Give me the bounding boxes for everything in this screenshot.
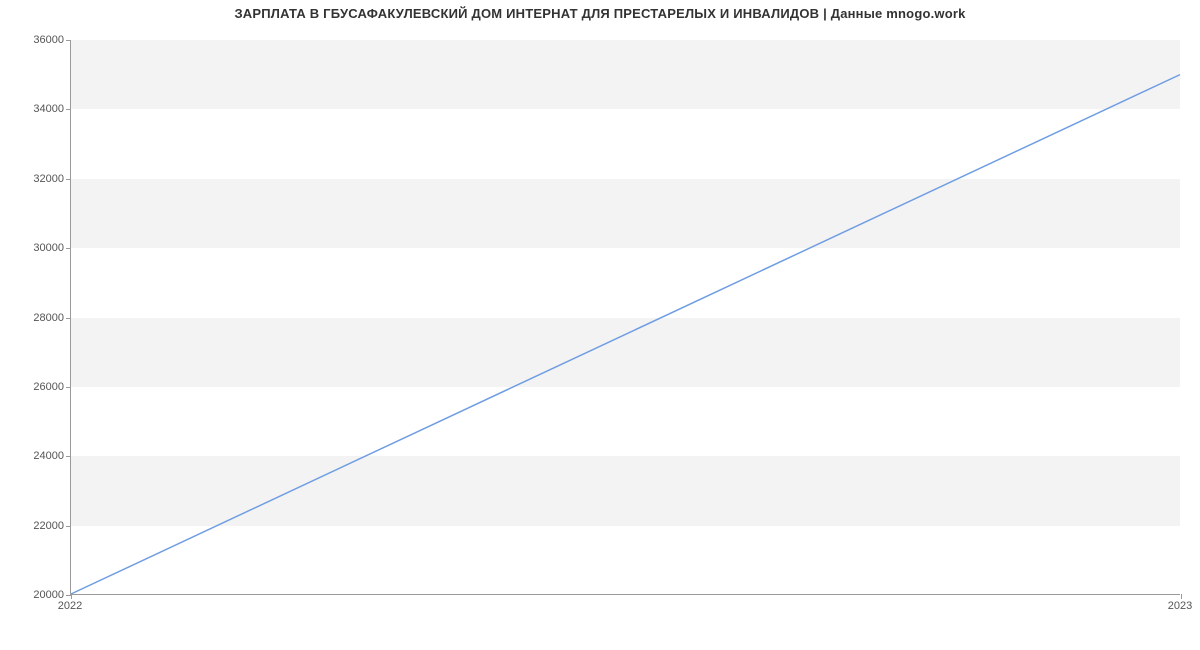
y-tick-label: 36000 [4, 34, 64, 46]
line-layer [71, 40, 1180, 594]
y-tick-mark [66, 109, 71, 110]
plot-area [70, 40, 1180, 595]
y-tick-mark [66, 40, 71, 41]
y-tick-label: 28000 [4, 312, 64, 324]
y-tick-mark [66, 456, 71, 457]
y-tick-label: 20000 [4, 589, 64, 601]
chart-container: ЗАРПЛАТА В ГБУСАФАКУЛЕВСКИЙ ДОМ ИНТЕРНАТ… [0, 0, 1200, 620]
y-tick-label: 22000 [4, 520, 64, 532]
series-line [71, 75, 1180, 594]
x-tick-label: 2022 [58, 600, 82, 612]
x-tick-label: 2023 [1168, 600, 1192, 612]
chart-title: ЗАРПЛАТА В ГБУСАФАКУЛЕВСКИЙ ДОМ ИНТЕРНАТ… [0, 6, 1200, 21]
y-tick-mark [66, 526, 71, 527]
y-tick-label: 30000 [4, 242, 64, 254]
y-tick-mark [66, 387, 71, 388]
y-tick-mark [66, 318, 71, 319]
y-tick-mark [66, 179, 71, 180]
x-tick-mark [1181, 594, 1182, 599]
y-tick-label: 32000 [4, 173, 64, 185]
y-tick-mark [66, 248, 71, 249]
y-tick-label: 26000 [4, 381, 64, 393]
x-tick-mark [71, 594, 72, 599]
y-tick-label: 24000 [4, 450, 64, 462]
y-tick-label: 34000 [4, 103, 64, 115]
